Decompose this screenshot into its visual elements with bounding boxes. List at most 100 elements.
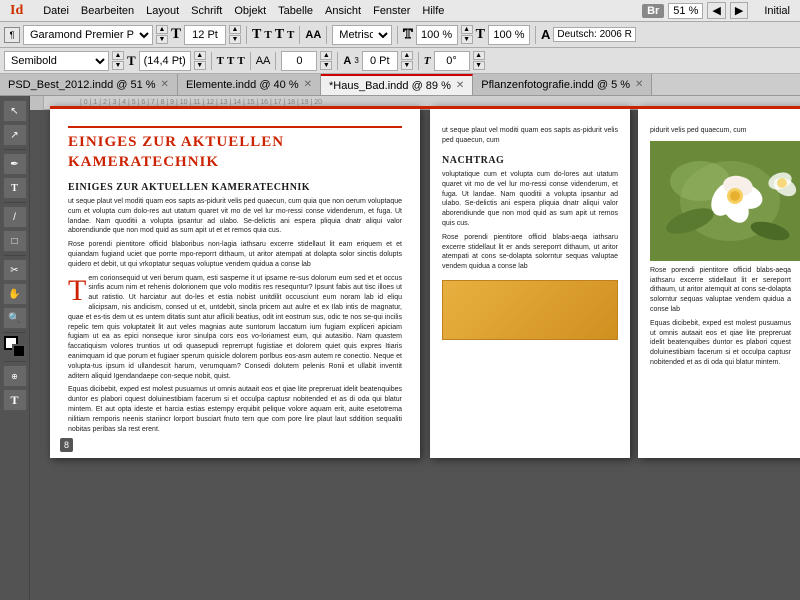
frame-tool[interactable]: ⊕ — [3, 365, 27, 387]
tab-hausbad-close[interactable]: ✕ — [456, 80, 464, 91]
hand-tool[interactable]: ✋ — [3, 283, 27, 305]
style-arrows[interactable]: ▲ ▼ — [112, 51, 124, 70]
drop-cap-text: em corionsequid ut veri berum quam, esti… — [68, 275, 402, 380]
style-label: Initial — [758, 3, 796, 19]
angle-arrows[interactable]: ▲ ▼ — [473, 51, 485, 70]
toolbar1: ¶ Garamond Premier Pro ▲ ▼ T ▲ ▼ T T T T… — [0, 22, 800, 48]
font-style-select[interactable]: Semibold — [4, 51, 109, 71]
zoom-tool[interactable]: 🔍 — [3, 307, 27, 329]
section-subheading: Einiges zur aktuellen Kameratechnik — [68, 181, 402, 195]
direct-select-tool[interactable]: ↗ — [3, 124, 27, 146]
canvas-area[interactable]: | 0 | 1 | 2 | 3 | 4 | 5 | 6 | 7 | 8 | 9 … — [30, 96, 800, 600]
far-right-body-3: Equas dicibebit, exped est molest pusuam… — [650, 319, 791, 368]
scale-arrows[interactable]: ▲ ▼ — [461, 25, 473, 44]
tab-hausbad-label: *Haus_Bad.indd @ 89 % — [329, 80, 451, 92]
page-right-1: ut seque plaut vel moditi quam eos sapts… — [430, 106, 630, 458]
body-text-1: ut seque plaut vel moditi quam eos sapts… — [68, 197, 402, 236]
right-body-1: ut seque plaut vel moditi quam eos sapts… — [442, 126, 618, 146]
T-icon-sub: T — [217, 55, 224, 67]
line-tool[interactable]: / — [3, 206, 27, 228]
zoom-display[interactable]: 51 % — [668, 3, 703, 19]
font-family-select[interactable]: Garamond Premier Pro — [23, 25, 153, 45]
far-right-body-1: pidurit velis ped quaecum, cum — [650, 126, 791, 136]
bridge-button[interactable]: Br — [642, 4, 664, 18]
text-frame-tool[interactable]: T — [3, 389, 27, 411]
menu-bar: Id Datei Bearbeiten Layout Schrift Objek… — [0, 0, 800, 22]
lang-select[interactable]: Deutsch: 2006 R — [553, 27, 636, 42]
scroll-mark — [30, 96, 44, 110]
baseline-arrows[interactable]: ▲ ▼ — [401, 51, 413, 70]
T-icon-spaced4: T — [287, 29, 294, 41]
tab-bar: PSD_Best_2012.indd @ 51 % ✕ Elemente.ind… — [0, 74, 800, 96]
menu-datei[interactable]: Datei — [37, 3, 75, 19]
selection-tool[interactable]: ↖ — [3, 100, 27, 122]
page-main-heading: Einiges zur aktuellen Kameratechnik — [68, 126, 402, 173]
nav-arrow-left[interactable]: ◀ — [707, 2, 725, 19]
toolbar2: Semibold ▲ ▼ T ▲ ▼ T T T AA ▲ ▼ A 3 ▲ ▼ … — [0, 48, 800, 74]
font-style-arrows[interactable]: ▲ ▼ — [156, 25, 168, 44]
baseline-input[interactable] — [362, 51, 398, 71]
tab-psd-label: PSD_Best_2012.indd @ 51 % — [8, 79, 156, 91]
tool-separator-5 — [4, 361, 26, 362]
top-right-controls: Br 51 % ◀ ▶ Initial — [642, 2, 796, 19]
menu-schrift[interactable]: Schrift — [185, 3, 228, 19]
rect-tool[interactable]: □ — [3, 230, 27, 252]
flower-svg — [650, 141, 800, 261]
far-right-body-2: Rose porendi pientitore officid blabs-ae… — [650, 266, 791, 315]
T-icon-outline: T — [403, 27, 412, 43]
body-text-2: Rose porendi pientitore officid blaborib… — [68, 240, 402, 269]
tracking-input[interactable] — [281, 51, 317, 71]
skew-icon: T — [424, 55, 431, 67]
right-body-3: Rose porendi pientitore officid blabs-ae… — [442, 233, 618, 272]
scale-h-input[interactable] — [416, 25, 458, 45]
T-icon-sub2: T — [227, 55, 234, 67]
tool-separator-1 — [4, 149, 26, 150]
tab-pflanzen[interactable]: Pflanzenfotografie.indd @ 5 % ✕ — [473, 74, 652, 95]
tab-psd[interactable]: PSD_Best_2012.indd @ 51 % ✕ — [0, 74, 178, 95]
font-size-arrows[interactable]: ▲ ▼ — [229, 25, 241, 44]
tab-pflanzen-close[interactable]: ✕ — [635, 79, 643, 90]
drop-cap-paragraph: T em corionsequid ut veri berum quam, es… — [68, 274, 402, 382]
page-right-2: pidurit velis ped quaecum, cum — [638, 106, 800, 458]
tab-hausbad[interactable]: *Haus_Bad.indd @ 89 % ✕ — [321, 74, 473, 95]
A-icon: A — [541, 27, 550, 42]
menu-ansicht[interactable]: Ansicht — [319, 3, 367, 19]
T-icon-tb: T — [127, 53, 136, 69]
T-icon-spaced1: T — [252, 27, 261, 43]
pen-tool[interactable]: ✒ — [3, 153, 27, 175]
tracking-arrows[interactable]: ▲ ▼ — [320, 51, 332, 70]
tab-elemente-label: Elemente.indd @ 40 % — [186, 79, 299, 91]
far-right-top-rule — [638, 106, 800, 109]
menu-objekt[interactable]: Objekt — [228, 3, 272, 19]
menu-fenster[interactable]: Fenster — [367, 3, 416, 19]
tab-pflanzen-label: Pflanzenfotografie.indd @ 5 % — [481, 79, 630, 91]
T-icon-large: T — [171, 26, 181, 43]
tab-elemente[interactable]: Elemente.indd @ 40 % ✕ — [178, 74, 321, 95]
body-text-3: Equas dicibebit, exped est molest pusuam… — [68, 385, 402, 434]
menu-hilfe[interactable]: Hilfe — [416, 3, 450, 19]
nav-arrow-right[interactable]: ▶ — [730, 2, 748, 19]
font-size2-input[interactable] — [139, 51, 191, 71]
fill-stroke-indicator[interactable] — [4, 336, 26, 358]
scale-v-input[interactable] — [488, 25, 530, 45]
page-left: Einiges zur aktuellen Kameratechnik Eini… — [50, 106, 420, 458]
flower-image — [650, 141, 800, 261]
page-number: 8 — [60, 438, 73, 452]
nachtrag-heading: Nachtrag — [442, 154, 618, 168]
menu-bearbeiten[interactable]: Bearbeiten — [75, 3, 140, 19]
menu-layout[interactable]: Layout — [140, 3, 185, 19]
angle-input[interactable] — [434, 51, 470, 71]
tab-psd-close[interactable]: ✕ — [161, 79, 169, 90]
tab-elemente-close[interactable]: ✕ — [304, 79, 312, 90]
font-size-input[interactable] — [184, 25, 226, 45]
units-select[interactable]: Metrisch — [332, 25, 392, 45]
superscript-icon: 3 — [354, 56, 358, 65]
AA-icon2: AA — [256, 55, 271, 67]
T-icon-sub3: T — [237, 55, 244, 67]
size2-arrows[interactable]: ▲ ▼ — [194, 51, 206, 70]
tool-separator-2 — [4, 202, 26, 203]
scissors-tool[interactable]: ✂ — [3, 259, 27, 281]
tool-separator-3 — [4, 255, 26, 256]
menu-tabelle[interactable]: Tabelle — [272, 3, 319, 19]
type-tool[interactable]: T — [3, 177, 27, 199]
